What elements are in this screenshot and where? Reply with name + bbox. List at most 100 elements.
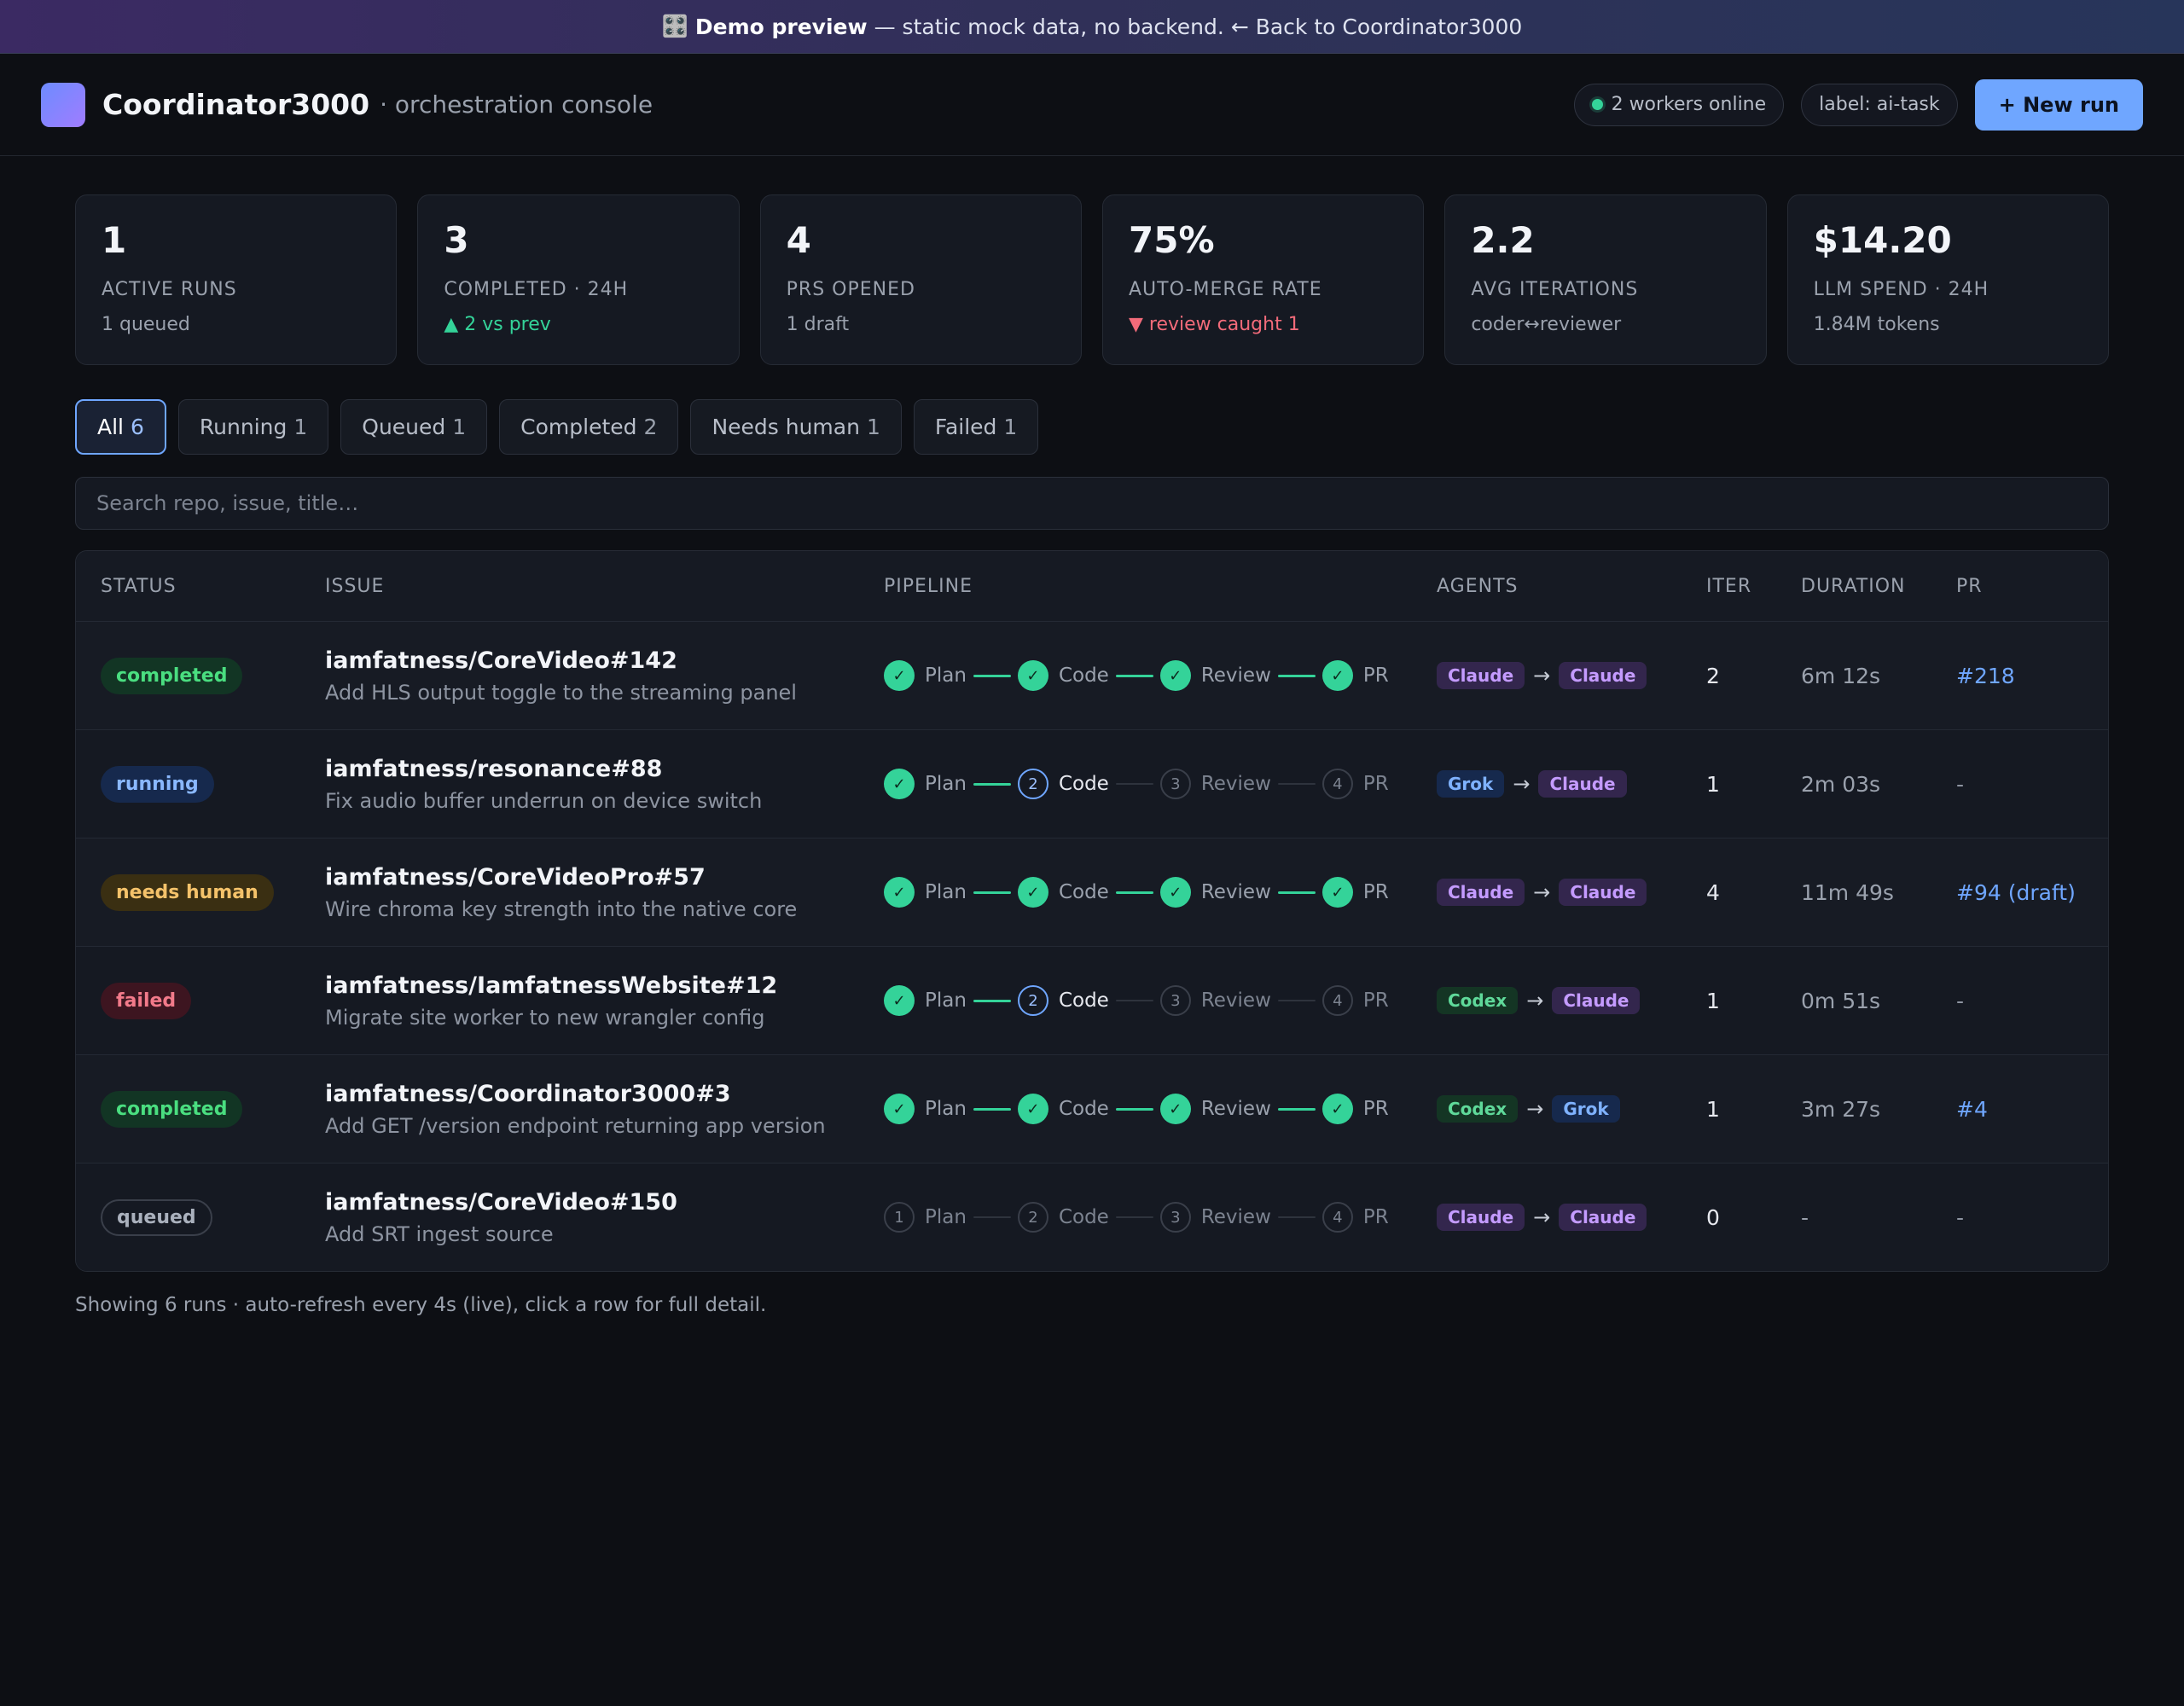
pr-link[interactable]: #94 (draft) [1956, 880, 2108, 905]
workers-status-text: 2 workers online [1611, 94, 1767, 115]
run-duration: 6m 12s [1801, 663, 1881, 688]
pipeline-step-review: ✓ Review [1159, 660, 1271, 691]
check-icon: ✓ [1321, 660, 1353, 691]
pipeline-step-label: Review [1200, 881, 1271, 903]
column-header-pr: PR [1956, 575, 1983, 597]
arrow-right-icon: → [1533, 1205, 1551, 1229]
column-header-agents: AGENTS [1437, 575, 1519, 597]
step-number-icon: 3 [1159, 1202, 1191, 1233]
pipeline-step-label: Review [1200, 664, 1271, 687]
new-run-button[interactable]: + New run [1974, 78, 2143, 131]
filter-tab-running[interactable]: Running 1 [177, 399, 329, 455]
stat-label: LLM SPEND · 24H [1813, 279, 1989, 301]
issue-title: Add HLS output toggle to the streaming p… [325, 680, 797, 705]
issue-cell: iamfatness/Coordinator3000#3 Add GET /ver… [325, 1081, 884, 1138]
run-duration: 3m 27s [1801, 1096, 1881, 1122]
status-badge: failed [101, 982, 192, 1019]
stat-value: 2.2 [1471, 219, 1535, 261]
run-duration: 0m 51s [1801, 988, 1881, 1013]
check-icon: ✓ [1321, 877, 1353, 908]
app-subtitle: · orchestration console [380, 90, 653, 119]
pipeline-step-label: Review [1200, 773, 1271, 795]
coder-agent-chip: Codex [1437, 987, 1519, 1014]
pipeline-step-label: Plan [925, 773, 967, 795]
coder-agent-chip: Codex [1437, 1095, 1519, 1123]
pipeline-step-code: 2 Code [1017, 985, 1109, 1016]
table-row[interactable]: failed iamfatness/IamfatnessWebsite#12 Mig… [76, 946, 2108, 1054]
reviewer-agent-chip: Claude [1559, 662, 1647, 689]
stat-card: $14.20 LLM SPEND · 24H 1.84M tokens [1786, 194, 2109, 365]
pipeline-step-code: ✓ Code [1017, 877, 1109, 908]
label-filter-pill[interactable]: label: ai-task [1801, 83, 1958, 126]
filter-tab-count: 1 [293, 415, 308, 439]
filter-tab-count: 1 [452, 415, 467, 439]
pipeline-connector [1277, 1000, 1316, 1001]
filter-tab-needs-human[interactable]: Needs human 1 [690, 399, 902, 455]
check-icon: ✓ [884, 660, 915, 691]
pr-link[interactable]: #4 [1956, 1097, 2108, 1122]
pipeline-step-plan: ✓ Plan [884, 985, 967, 1016]
issue-title: Add SRT ingest source [325, 1221, 554, 1246]
pipeline-connector [1115, 674, 1153, 677]
pipeline-connector [1277, 783, 1316, 785]
issue-repo[interactable]: iamfatness/Coordinator3000#3 [325, 1081, 884, 1107]
issue-repo[interactable]: iamfatness/CoreVideoPro#57 [325, 864, 884, 891]
pipeline-connector [973, 999, 1011, 1002]
status-cell: needs human [101, 873, 325, 911]
pipeline-step-label: Code [1058, 1098, 1109, 1120]
status-cell: completed [101, 1090, 325, 1128]
table-row[interactable]: needs human iamfatness/CoreVideoPro#57 Wir… [76, 838, 2108, 946]
banner-title: Demo preview [694, 14, 868, 39]
filter-tab-completed[interactable]: Completed 2 [499, 399, 679, 455]
agents-cell: Claude → Claude [1437, 879, 1706, 906]
banner-text: — static mock data, no backend. [874, 14, 1224, 39]
status-badge: queued [101, 1198, 212, 1236]
stat-value: 3 [444, 219, 469, 261]
pipeline-step-code: 2 Code [1017, 1202, 1109, 1233]
filter-tab-label: Completed [520, 415, 637, 439]
filter-tab-count: 1 [866, 415, 880, 439]
issue-repo[interactable]: iamfatness/CoreVideo#142 [325, 647, 884, 674]
table-row[interactable]: completed iamfatness/CoreVideo#142 Add HLS… [76, 621, 2108, 729]
filter-tab-label: Running [199, 415, 288, 439]
table-row[interactable]: completed iamfatness/Coordinator3000#3 Add… [76, 1054, 2108, 1163]
issue-repo[interactable]: iamfatness/resonance#88 [325, 756, 884, 782]
status-cell: failed [101, 982, 325, 1019]
pipeline-connector [973, 782, 1011, 786]
back-link[interactable]: ← Back to Coordinator3000 [1231, 15, 1522, 39]
pipeline-step-label: PR [1362, 1206, 1389, 1228]
table-row[interactable]: running iamfatness/resonance#88 Fix audio … [76, 729, 2108, 838]
pipeline-step-label: Plan [925, 664, 967, 687]
column-header-pipeline: PIPELINE [884, 575, 973, 597]
stats-grid: 1 ACTIVE RUNS 1 queued 3 COMPLETED · 24H ▲ 2 … [75, 194, 2109, 365]
iteration-count: 1 [1706, 1096, 1720, 1122]
status-badge: running [101, 765, 214, 803]
issue-repo[interactable]: iamfatness/CoreVideo#150 [325, 1189, 884, 1216]
step-number-icon: 4 [1321, 1202, 1353, 1233]
filter-tab-all[interactable]: All 6 [75, 399, 166, 455]
issue-cell: iamfatness/IamfatnessWebsite#12 Migrate s… [325, 972, 884, 1030]
coder-agent-chip: Claude [1437, 879, 1525, 906]
filter-tab-failed[interactable]: Failed 1 [913, 399, 1039, 455]
pr-empty: - [1956, 771, 1965, 797]
pr-link[interactable]: #218 [1956, 664, 2108, 688]
issue-repo[interactable]: iamfatness/IamfatnessWebsite#12 [325, 972, 884, 999]
agents-cell: Codex → Claude [1437, 987, 1706, 1014]
stat-value: 1 [102, 219, 127, 261]
pipeline-step-review: ✓ Review [1159, 877, 1271, 908]
stat-card: 2.2 AVG ITERATIONS coder↔reviewer [1444, 194, 1767, 365]
pipeline-step-pr: 4 PR [1321, 1202, 1389, 1233]
check-icon: ✓ [1159, 877, 1191, 908]
filter-tab-queued[interactable]: Queued 1 [340, 399, 488, 455]
stat-label: PRS OPENED [786, 279, 915, 301]
pipeline-step-plan: ✓ Plan [884, 877, 967, 908]
check-icon: ✓ [1017, 660, 1048, 691]
check-icon: ✓ [884, 1094, 915, 1124]
pipeline-step-label: PR [1362, 989, 1389, 1012]
check-icon: ✓ [1159, 1094, 1191, 1124]
app-title: Coordinator3000 [102, 88, 370, 121]
table-row[interactable]: queued iamfatness/CoreVideo#150 Add SRT in… [76, 1163, 2108, 1271]
online-dot-icon [1591, 99, 1603, 110]
search-input[interactable] [75, 477, 2109, 530]
pipeline: ✓ Plan 2 Code 3 Review 4 PR [884, 769, 1437, 799]
